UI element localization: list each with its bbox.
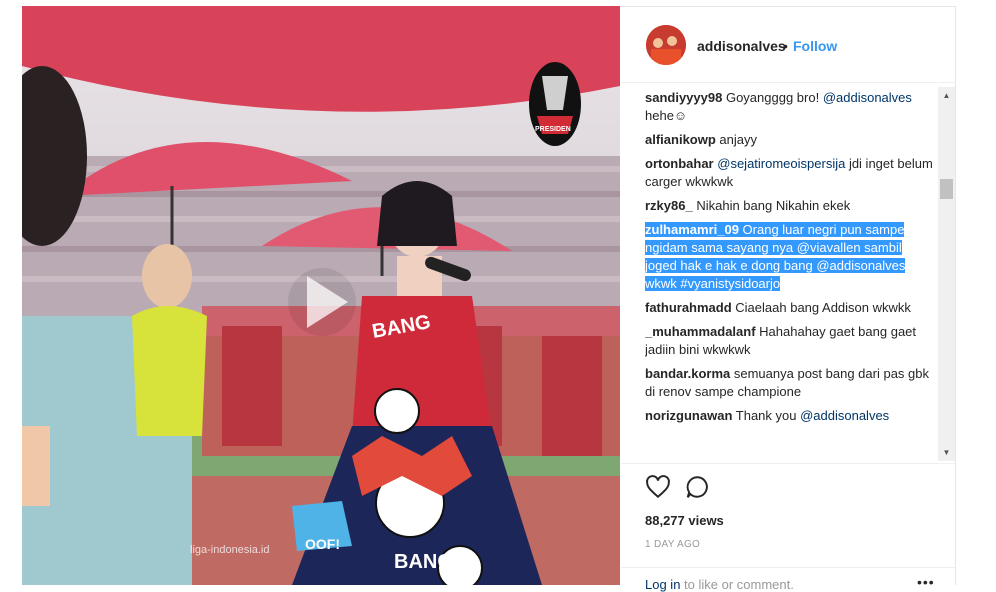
comment-body: sandiyyyy98 Goyangggg bro! @addisonalves… [645, 90, 912, 123]
tournament-logo-text: PRESIDEN [535, 126, 571, 133]
dress-text-bang-2: BANG [394, 551, 453, 573]
comment-username[interactable]: alfianikowp [645, 132, 716, 147]
avatar-image [646, 25, 686, 65]
comment-scrollbar[interactable]: ▲ ▼ [938, 87, 955, 461]
comment-mention[interactable]: @addisonalves [823, 90, 912, 105]
view-count: 88,277 views [645, 513, 724, 528]
comment-username[interactable]: rzky86_ [645, 198, 693, 213]
post-timestamp: 1 DAY AGO [645, 539, 701, 550]
comment-item: alfianikowp anjayy [645, 131, 935, 149]
comment-body: zulhamamri_09 Orang luar negri pun sampe… [645, 222, 906, 291]
post-actions: 88,277 views 1 DAY AGO Log in to like or… [621, 463, 955, 592]
comment-mention[interactable]: @addisonalves [800, 408, 889, 423]
heart-icon[interactable] [645, 474, 671, 500]
comment-body: fathurahmadd Ciaelaah bang Addison wkwkk [645, 300, 911, 315]
scroll-up-icon[interactable]: ▲ [938, 87, 955, 104]
comment-body: bandar.korma semuanya post bang dari pas… [645, 366, 929, 399]
comment-item: zulhamamri_09 Orang luar negri pun sampe… [645, 221, 935, 293]
post-video[interactable]: BANG OOF! BANG PRESIDEN liga-indonesia.i… [22, 6, 620, 585]
separator-dot: • [783, 38, 788, 54]
video-frame [22, 6, 620, 585]
comment-text: Goyangggg bro! [722, 90, 823, 105]
comment-text: hehe☺ [645, 108, 688, 123]
follow-button[interactable]: Follow [793, 38, 837, 54]
comment-item: bandar.korma semuanya post bang dari pas… [645, 365, 935, 401]
dress-text-oof: OOF! [305, 536, 340, 552]
comment-item: fathurahmadd Ciaelaah bang Addison wkwkk [645, 299, 935, 317]
comment-username[interactable]: ortonbahar [645, 156, 714, 171]
comment-item: rzky86_ Nikahin bang Nikahin ekek [645, 197, 935, 215]
comment-body: _muhammadalanf Hahahahay gaet bang gaet … [645, 324, 916, 357]
comment-text: Ciaelaah bang Addison wkwkk [731, 300, 911, 315]
comment-item: _muhammadalanf Hahahahay gaet bang gaet … [645, 323, 935, 359]
comment-username[interactable]: bandar.korma [645, 366, 730, 381]
comment-item: norizgunawan Thank you @addisonalves [645, 407, 935, 425]
comment-username[interactable]: norizgunawan [645, 408, 732, 423]
comment-username[interactable]: zulhamamri_09 [645, 222, 739, 237]
comment-icon[interactable] [685, 474, 711, 500]
video-watermark: liga-indonesia.id [190, 544, 270, 556]
comment-mention[interactable]: @sejatiromeoispersija [717, 156, 845, 171]
comment-text: wkwk [645, 276, 681, 291]
comment-username[interactable]: sandiyyyy98 [645, 90, 722, 105]
comment-body: rzky86_ Nikahin bang Nikahin ekek [645, 198, 850, 213]
play-icon [288, 268, 356, 336]
comment-username[interactable]: _muhammadalanf [645, 324, 756, 339]
comment-item: sandiyyyy98 Goyangggg bro! @addisonalves… [645, 89, 935, 125]
scroll-down-icon[interactable]: ▼ [938, 444, 955, 461]
comment-username[interactable]: fathurahmadd [645, 300, 732, 315]
post-header: addisonalves • Follow [621, 7, 955, 83]
comment-mention[interactable]: @viavallen [797, 240, 861, 255]
comment-body: ortonbahar @sejatiromeoispersija jdi ing… [645, 156, 933, 189]
more-options-icon[interactable]: ••• [917, 574, 935, 590]
comment-body: alfianikowp anjayy [645, 132, 757, 147]
comment-mention[interactable]: #vyanistysidoarjo [680, 276, 780, 291]
scrollbar-thumb[interactable] [940, 179, 953, 199]
comment-body: norizgunawan Thank you @addisonalves [645, 408, 889, 423]
post-sidebar: addisonalves • Follow sandiyyyy98 Goyang… [621, 7, 955, 592]
avatar[interactable] [646, 25, 686, 65]
comment-item: ortonbahar @sejatiromeoispersija jdi ing… [645, 155, 935, 191]
comment-text: anjayy [715, 132, 757, 147]
post-username[interactable]: addisonalves [697, 38, 786, 54]
comment-text: Thank you [732, 408, 801, 423]
comment-text: Nikahin bang Nikahin ekek [692, 198, 851, 213]
comment-mention[interactable]: @addisonalves [816, 258, 905, 273]
comment-list[interactable]: sandiyyyy98 Goyangggg bro! @addisonalves… [645, 89, 935, 461]
